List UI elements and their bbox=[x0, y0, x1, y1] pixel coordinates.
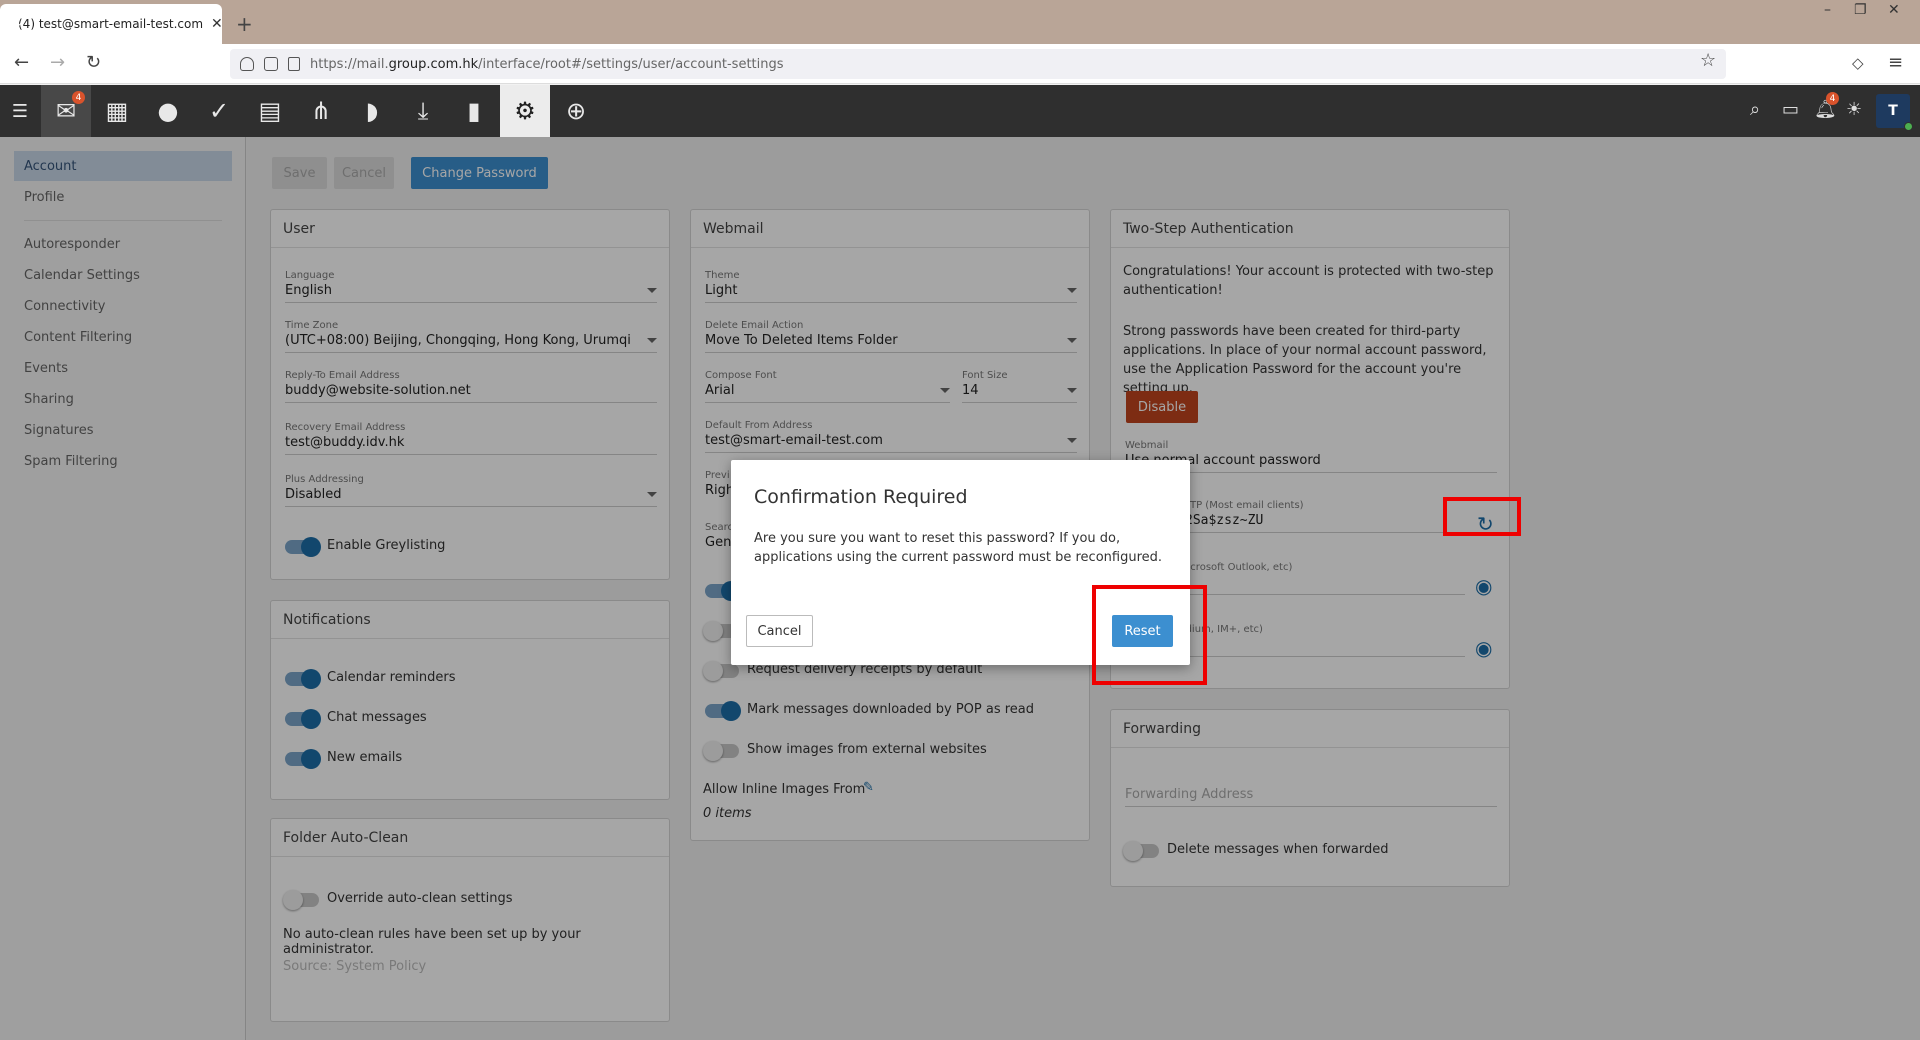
minimize-icon[interactable]: – bbox=[1824, 2, 1831, 18]
new-tab-icon[interactable]: + bbox=[236, 12, 253, 36]
avatar[interactable]: T bbox=[1876, 94, 1913, 131]
bookmark-star-icon[interactable]: ☆ bbox=[1700, 50, 1716, 71]
pocket-icon[interactable]: ◇ bbox=[1852, 54, 1864, 72]
dialog-title: Confirmation Required bbox=[754, 486, 968, 508]
lock-icon[interactable] bbox=[264, 57, 278, 71]
browser-tab[interactable]: (4) test@smart-email-test.com ✕ bbox=[0, 4, 223, 44]
mail-badge: 4 bbox=[72, 91, 85, 104]
url-text: https://mail.group.com.hk/interface/root… bbox=[310, 56, 784, 72]
forward-icon[interactable]: → bbox=[50, 52, 65, 73]
close-icon[interactable]: ✕ bbox=[211, 16, 223, 32]
notes-icon[interactable]: ▤ bbox=[245, 85, 295, 137]
reports-icon[interactable]: ▮ bbox=[449, 85, 499, 137]
browser-titlebar: (4) test@smart-email-test.com ✕ + – ❐ ✕ bbox=[0, 0, 1920, 44]
hamburger-icon[interactable]: ☰ bbox=[0, 85, 40, 137]
contacts-icon[interactable]: ● bbox=[143, 85, 193, 137]
settings-gear-icon[interactable]: ⚙ bbox=[500, 85, 550, 137]
file-storage-icon[interactable]: ⤓ bbox=[398, 85, 448, 137]
back-icon[interactable]: ← bbox=[14, 52, 29, 73]
dialog-message: Are you sure you want to reset this pass… bbox=[754, 531, 1163, 565]
reload-icon[interactable]: ↻ bbox=[86, 52, 101, 73]
add-icon[interactable]: ⊕ bbox=[551, 85, 601, 137]
shield-icon[interactable] bbox=[240, 57, 254, 71]
search-icon[interactable]: ⌕ bbox=[1750, 99, 1760, 120]
permissions-icon[interactable] bbox=[288, 57, 300, 71]
address-bar[interactable]: https://mail.group.com.hk/interface/root… bbox=[230, 49, 1726, 79]
app-toolbar: ☰ ✉ 4 ▦ ● ✓ ▤ ⋔ ◗ ⤓ ▮ ⚙ ⊕ ⌕ ▭ 🔔︎ 4 ☀ T bbox=[0, 85, 1920, 137]
reset-highlight-box bbox=[1092, 585, 1207, 685]
calendar-icon[interactable]: ▦ bbox=[92, 85, 142, 137]
chat-icon[interactable]: ▭ bbox=[1782, 99, 1799, 120]
tasks-icon[interactable]: ✓ bbox=[194, 85, 244, 137]
avatar-letter: T bbox=[1888, 103, 1898, 119]
online-status-dot bbox=[1904, 122, 1913, 131]
refresh-highlight-box bbox=[1443, 497, 1521, 536]
window-close-icon[interactable]: ✕ bbox=[1888, 2, 1900, 18]
notification-badge: 4 bbox=[1826, 92, 1839, 105]
org-chart-icon[interactable]: ⋔ bbox=[296, 85, 346, 137]
browser-navbar: ← → ↻ https://mail.group.com.hk/interfac… bbox=[0, 44, 1920, 84]
mail-nav-button[interactable]: ✉ 4 bbox=[41, 85, 91, 137]
rss-icon[interactable]: ◗ bbox=[347, 85, 397, 137]
menu-icon[interactable]: ≡ bbox=[1888, 52, 1903, 73]
restore-icon[interactable]: ❐ bbox=[1854, 2, 1867, 18]
tab-title: (4) test@smart-email-test.com bbox=[18, 17, 204, 31]
dialog-cancel-button[interactable]: Cancel bbox=[746, 615, 813, 647]
theme-sun-icon[interactable]: ☀ bbox=[1846, 99, 1862, 120]
